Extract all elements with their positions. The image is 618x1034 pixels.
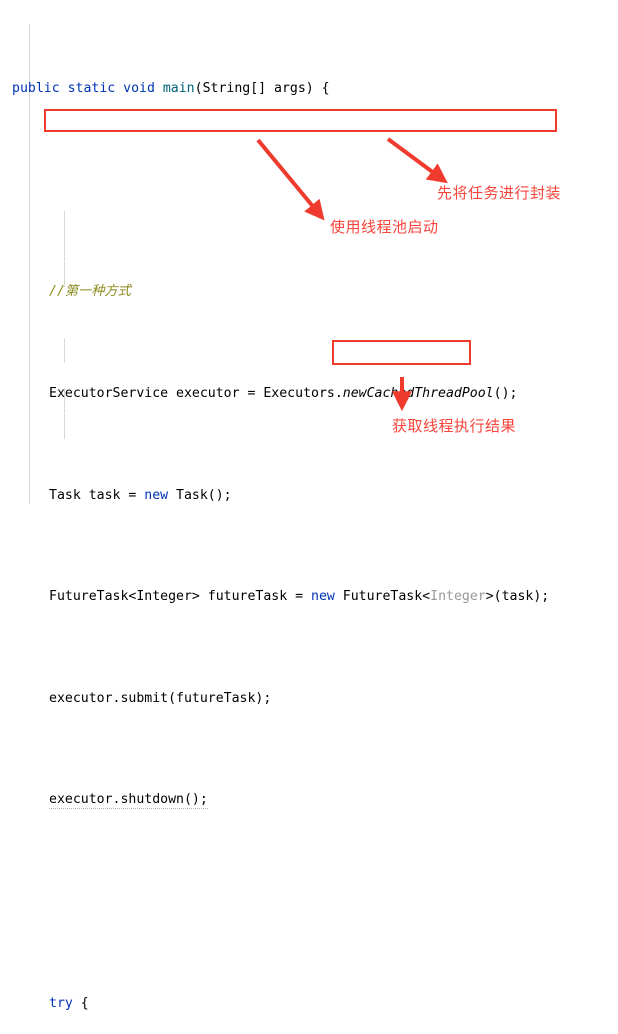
new-cached-thread-pool-call: newCachedThreadPool — [342, 386, 494, 402]
method-name-main: main — [162, 81, 195, 97]
try-brace-1: { — [72, 995, 89, 1011]
kw-modifiers: public static void — [12, 81, 163, 97]
code-line-7: executor.submit(futureTask); — [0, 686, 618, 711]
code-line-4: ExecutorService executor = Executors.new… — [0, 381, 618, 406]
code-line-9-blank — [0, 889, 618, 914]
code-line-2-blank — [0, 178, 618, 203]
executor-submit-stmt: executor.submit(futureTask); — [49, 690, 272, 706]
task-decl-head: Task task = — [49, 487, 145, 503]
kw-try-1: try — [49, 995, 73, 1011]
main-signature-rest: (String[] args) { — [194, 81, 330, 97]
code-line-6: FutureTask<Integer> futureTask = new Fut… — [0, 584, 618, 609]
futuretask-decl-mid: FutureTask< — [334, 589, 431, 605]
code-line-5: Task task = new Task(); — [0, 483, 618, 508]
comment-first-approach: //第一种方式 — [49, 284, 131, 300]
executor-shutdown-stmt: executor.shutdown(); — [49, 792, 208, 810]
task-decl-tail: Task(); — [168, 487, 232, 503]
code-line-10: try { — [0, 991, 618, 1016]
code-line-1: public static void main(String[] args) { — [0, 76, 618, 101]
source-code-block[interactable]: public static void main(String[] args) {… — [0, 0, 618, 1034]
code-line-3: //第一种方式 — [0, 279, 618, 304]
futuretask-decl-tail: >(task); — [485, 589, 550, 605]
executor-service-decl: ExecutorService executor = Executors. — [49, 386, 343, 402]
futuretask-decl-head: FutureTask<Integer> futureTask = — [49, 589, 312, 605]
kw-new-1: new — [144, 487, 169, 503]
code-line-8: executor.shutdown(); — [0, 787, 618, 812]
executor-service-tail: (); — [493, 386, 518, 402]
kw-new-2: new — [311, 589, 335, 605]
inferred-generic-integer: Integer — [430, 589, 486, 605]
code-editor-pane[interactable]: public static void main(String[] args) {… — [0, 0, 618, 1011]
